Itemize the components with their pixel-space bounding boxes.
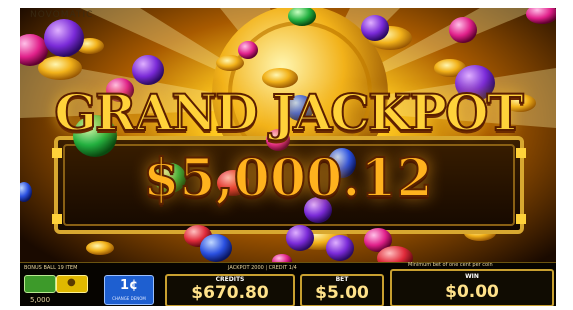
- min-bet-info: Minimum bet of one cent per coin: [408, 262, 493, 268]
- game-screen: NOVOMATIC GRAND JACKPOT $5,000.12 BONUS …: [20, 8, 556, 306]
- denom-value: 1¢: [119, 278, 139, 293]
- win-value: $0.00: [445, 282, 499, 302]
- win-label: WIN: [465, 273, 479, 280]
- brand-watermark: NOVOMATIC: [30, 10, 94, 20]
- bet-label: BET: [335, 276, 349, 283]
- credits-label: CREDITS: [215, 276, 245, 283]
- status-bar: BONUS BALL 19 ITEM JACKPOT 2000 | CREDIT…: [20, 262, 556, 306]
- jackpot-credit-info: JACKPOT 2000 | CREDIT 1/4: [228, 265, 297, 271]
- win-panel: WIN $0.00: [390, 269, 554, 306]
- bet-panel: BET $5.00: [300, 274, 384, 306]
- denomination-button[interactable]: 1¢ CHANGE DENOM: [104, 275, 154, 305]
- grand-jackpot-title: GRAND JACKPOT: [53, 82, 525, 143]
- bet-value: $5.00: [315, 283, 369, 303]
- bonus-info: BONUS BALL 19 ITEM: [24, 265, 78, 271]
- credits-value: $670.80: [191, 283, 269, 303]
- help-button[interactable]: ●: [56, 275, 88, 293]
- credits-panel: CREDITS $670.80: [165, 274, 295, 306]
- jackpot-amount: $5,000.12: [142, 147, 433, 210]
- balance-small: 5,000: [30, 296, 51, 304]
- denom-caption: CHANGE DENOM: [112, 296, 146, 301]
- coin-icon: ●: [67, 277, 76, 288]
- green-menu-button[interactable]: [24, 275, 56, 293]
